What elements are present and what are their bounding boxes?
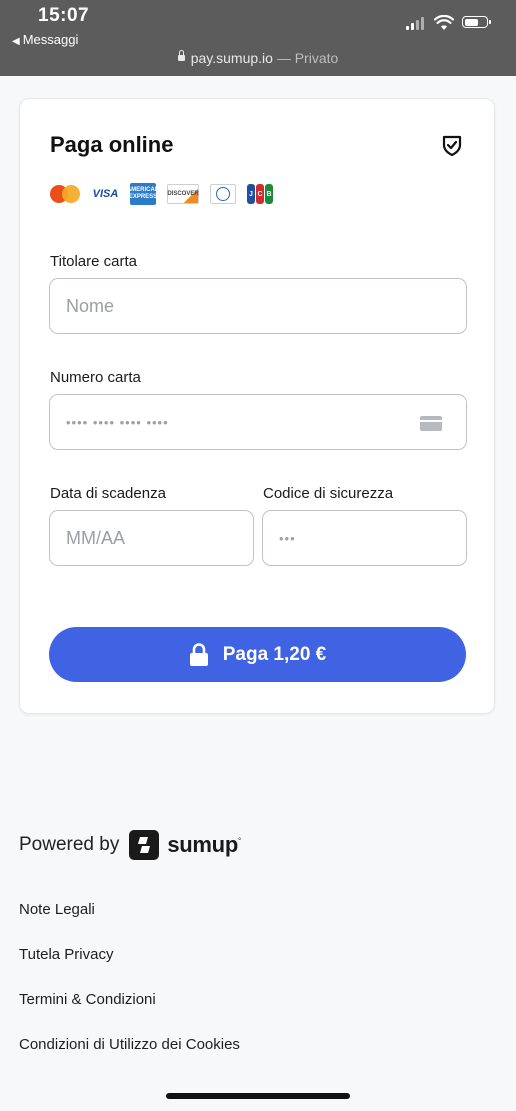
jcb-icon: JCB: [247, 184, 273, 204]
padlock-icon: [189, 643, 209, 666]
battery-icon: [462, 16, 491, 28]
card-brands: VISA AMERICAN EXPRESS DISCOVER JCB: [50, 183, 273, 205]
lock-icon: [177, 50, 185, 62]
cvv-label: Codice di sicurezza: [263, 485, 394, 502]
cardholder-placeholder: Nome: [66, 295, 115, 316]
footer-link-cookies[interactable]: Condizioni di Utilizzo dei Cookies: [19, 1036, 240, 1053]
expiry-input[interactable]: MM/AA: [49, 510, 254, 566]
jcb-letter-c: C: [256, 184, 264, 204]
visa-icon: VISA: [92, 183, 119, 205]
powered-by-label: Powered by: [19, 834, 120, 855]
sumup-logo-icon: [129, 830, 160, 860]
card-number-placeholder: •••• •••• •••• ••••: [66, 414, 169, 430]
back-label: Messaggi: [22, 32, 79, 47]
card-number-label: Numero carta: [50, 369, 141, 386]
back-to-messages-link[interactable]: ◀ Messaggi: [12, 32, 78, 47]
sumup-brand-name: sumup: [167, 832, 238, 857]
sumup-brand-mark: °: [237, 836, 241, 846]
discover-icon: DISCOVER: [167, 184, 199, 204]
pay-button[interactable]: Paga 1,20 €: [49, 627, 466, 682]
credit-card-icon: [420, 416, 442, 431]
wifi-icon: [434, 15, 454, 30]
expiry-placeholder: MM/AA: [66, 527, 126, 548]
url-separator: —: [272, 50, 295, 66]
amex-icon: AMERICAN EXPRESS: [126, 183, 160, 205]
home-indicator[interactable]: [166, 1093, 350, 1099]
clock: 15:07: [38, 5, 90, 26]
footer-link-legal[interactable]: Note Legali: [19, 901, 95, 918]
url-text: pay.sumup.io: [190, 50, 273, 66]
discover-logo-text: DISCOVER: [167, 191, 199, 197]
footer-link-privacy[interactable]: Tutela Privacy: [19, 946, 113, 963]
powered-by: Powered by sumup°: [19, 830, 241, 860]
signal-icon: [406, 16, 424, 30]
mastercard-icon: [50, 183, 81, 205]
card-number-input[interactable]: •••• •••• •••• ••••: [49, 394, 467, 450]
footer-link-terms[interactable]: Termini & Condizioni: [19, 991, 156, 1008]
page-title: Paga online: [50, 132, 174, 157]
pay-button-label: Paga 1,20 €: [222, 643, 327, 665]
cardholder-input[interactable]: Nome: [49, 278, 467, 334]
payment-card: Paga online VISA AMERICAN EXPRESS DISCOV…: [19, 98, 495, 714]
privacy-mode-label: Privato: [294, 50, 339, 66]
expiry-label: Data di scadenza: [50, 485, 166, 502]
status-bar: 15:07 ◀ Messaggi pay.sumup.io — Privato: [0, 0, 516, 76]
cvv-placeholder: •••: [279, 530, 296, 546]
back-arrow-icon: ◀: [12, 36, 20, 47]
jcb-letter-j: J: [247, 184, 255, 204]
sumup-wordmark: sumup°: [167, 832, 241, 858]
visa-logo-text: VISA: [92, 188, 119, 200]
cardholder-label: Titolare carta: [50, 253, 137, 270]
address-bar[interactable]: pay.sumup.io — Privato: [0, 50, 516, 66]
jcb-letter-b: B: [265, 184, 273, 204]
cvv-input[interactable]: •••: [262, 510, 467, 566]
diners-icon: [210, 184, 236, 204]
amex-logo-text: AMERICAN EXPRESS: [126, 187, 160, 200]
shield-check-icon: [442, 135, 462, 157]
